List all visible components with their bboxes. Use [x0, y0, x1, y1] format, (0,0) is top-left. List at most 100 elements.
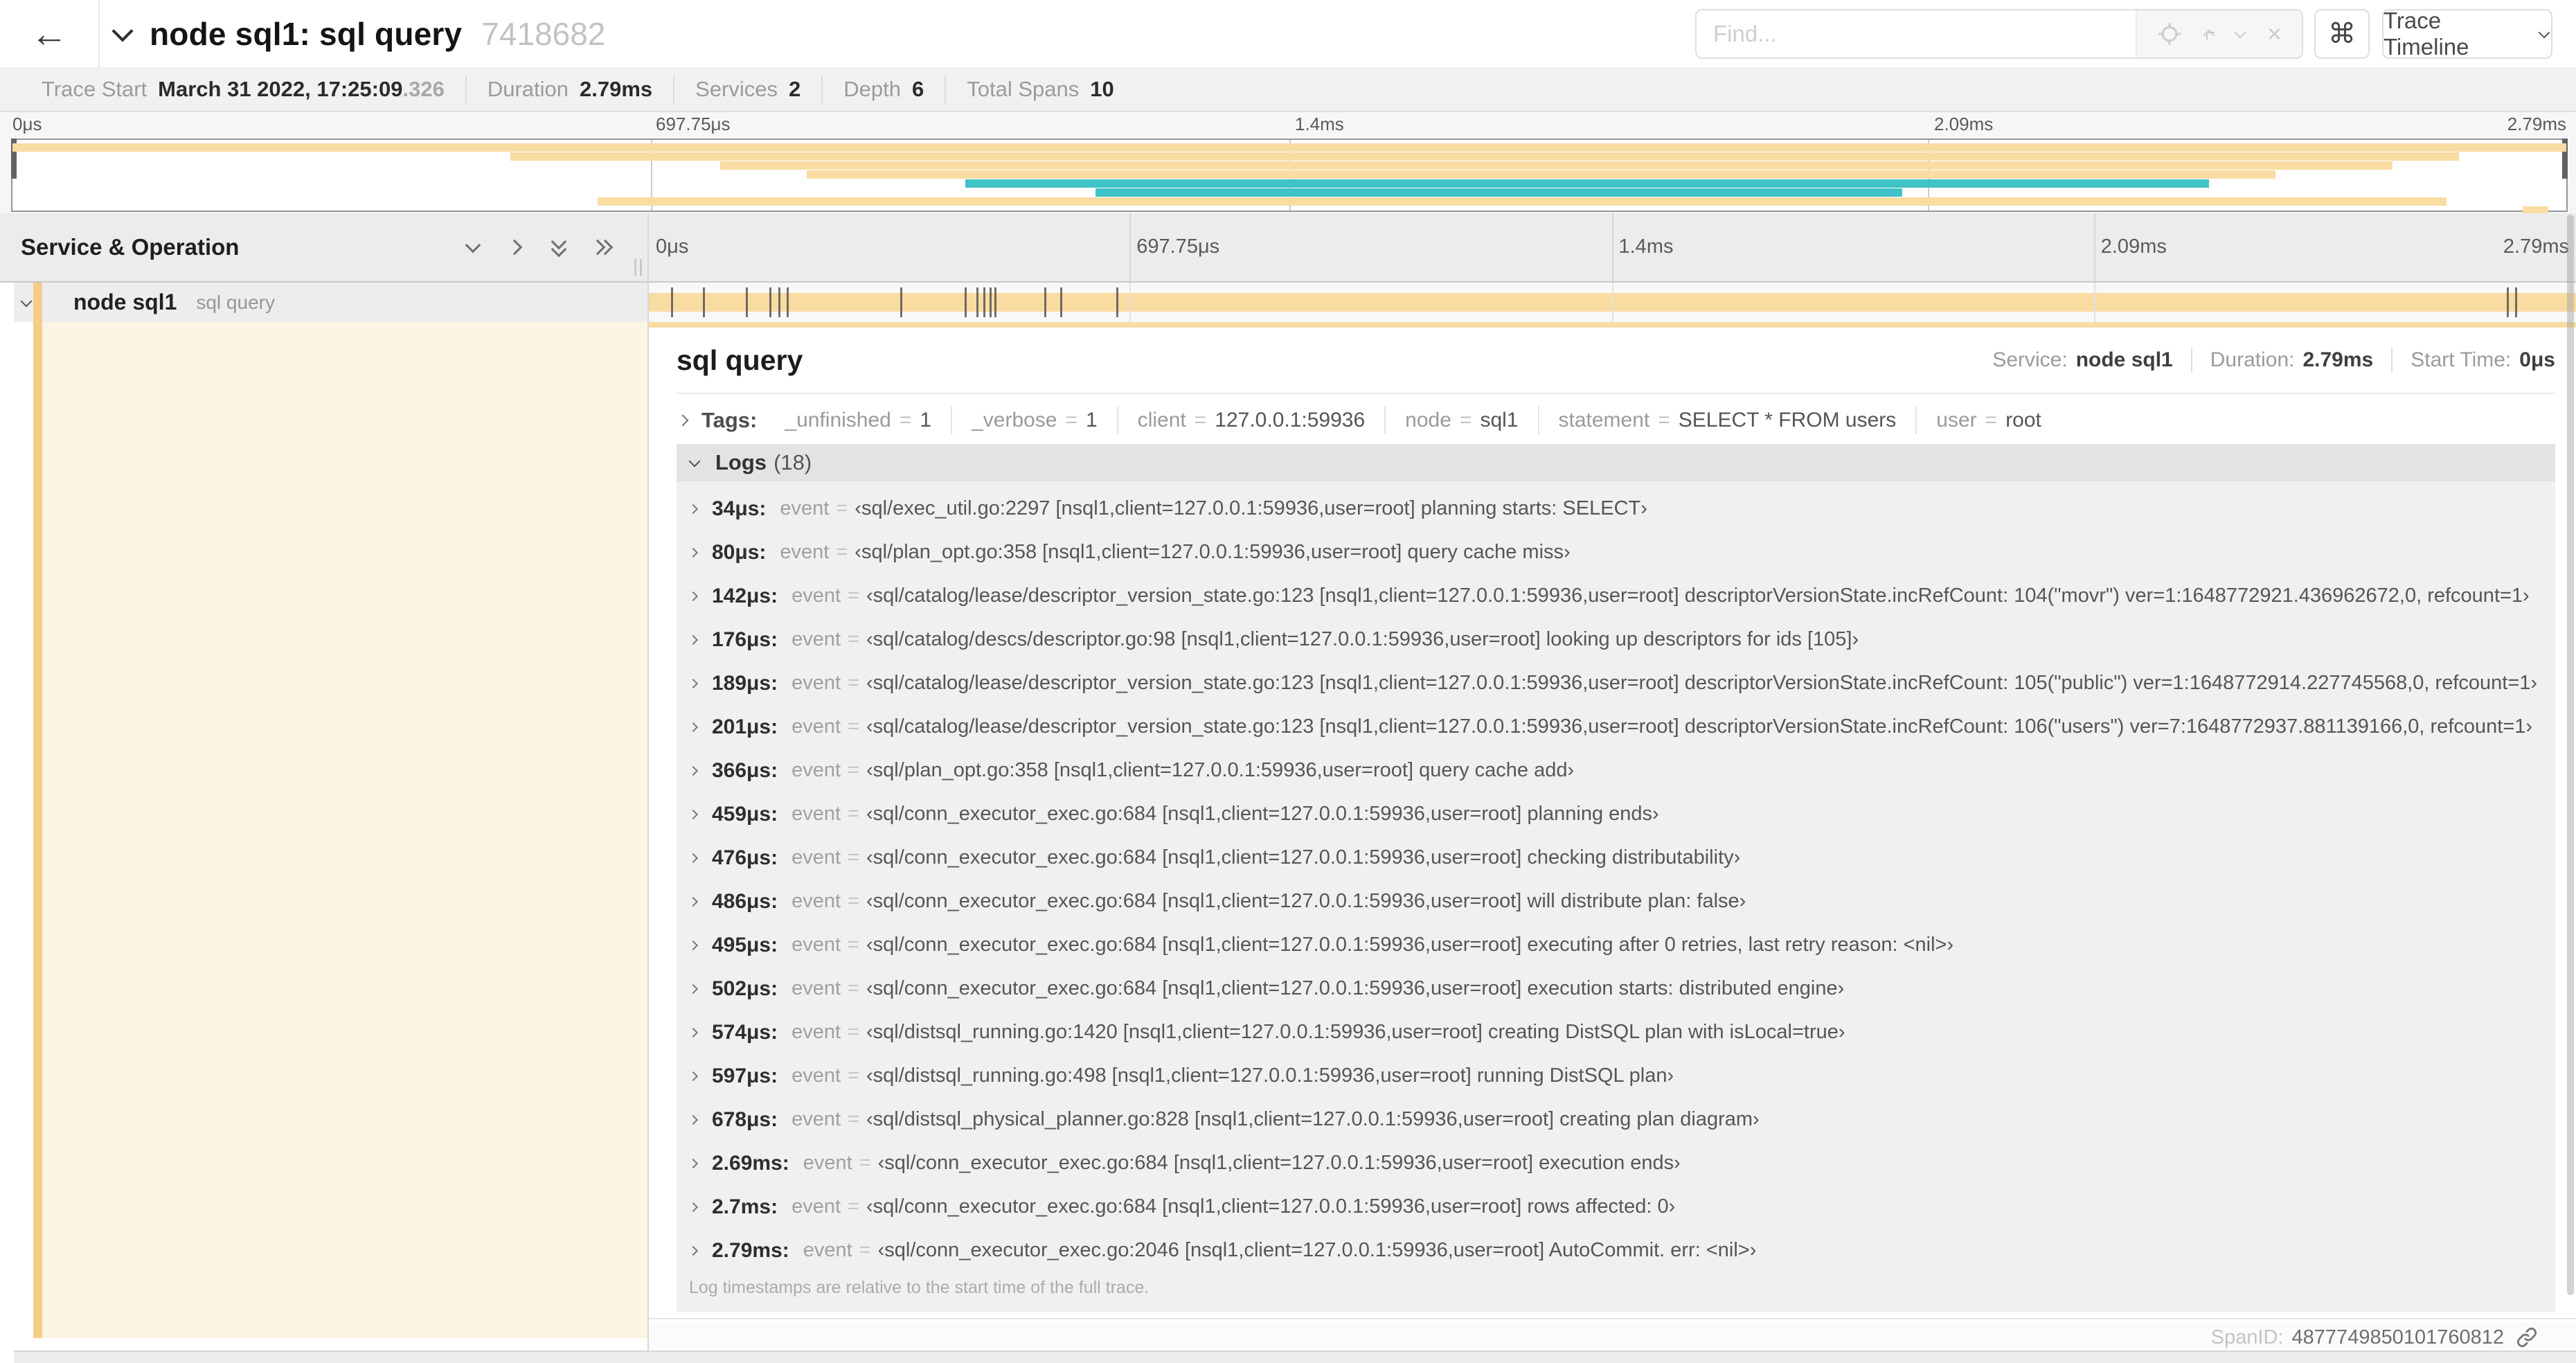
- expand-one-icon[interactable]: [508, 238, 526, 256]
- minimap-canvas[interactable]: [11, 139, 2568, 215]
- log-value: ‹sql/distsql_running.go:498 [nsql1,clien…: [866, 1064, 1674, 1087]
- log-expander-icon[interactable]: [689, 547, 699, 558]
- log-marker: [990, 287, 992, 317]
- log-expander-icon[interactable]: [689, 591, 699, 601]
- log-row[interactable]: 142μs: event = ‹sql/catalog/lease/descri…: [677, 574, 2555, 618]
- log-expander-icon[interactable]: [689, 1158, 699, 1168]
- tags-expander-icon[interactable]: [678, 414, 690, 427]
- log-row[interactable]: 678μs: event = ‹sql/distsql_physical_pla…: [677, 1098, 2555, 1141]
- logs-count: (18): [773, 450, 812, 474]
- log-expander-icon[interactable]: [689, 1245, 699, 1256]
- log-expander-icon[interactable]: [689, 1114, 699, 1125]
- log-row[interactable]: 201μs: event = ‹sql/catalog/lease/descri…: [677, 705, 2555, 749]
- log-timestamp: 34μs:: [712, 497, 767, 520]
- log-row[interactable]: 2.7ms: event = ‹sql/conn_executor_exec.g…: [677, 1185, 2555, 1229]
- log-row[interactable]: 189μs: event = ‹sql/catalog/lease/descri…: [677, 661, 2555, 705]
- summary-suffix: .326: [402, 76, 445, 101]
- log-timestamp: 142μs:: [712, 584, 778, 607]
- tag-equals: =: [899, 409, 912, 431]
- logs-header[interactable]: Logs (18): [677, 444, 2555, 481]
- keyboard-shortcuts-button[interactable]: ⌘: [2314, 9, 2370, 59]
- collapse-one-icon[interactable]: [465, 238, 483, 256]
- span-detail-card: sql query Service: node sql1 Duration: 2…: [649, 328, 2576, 1319]
- log-row[interactable]: 502μs: event = ‹sql/conn_executor_exec.g…: [677, 967, 2555, 1010]
- scrollbar[interactable]: [2567, 215, 2574, 1295]
- tick-label: 697.75μs: [1136, 235, 1220, 258]
- expand-all-icon[interactable]: [593, 238, 611, 256]
- log-expander-icon[interactable]: [689, 765, 699, 776]
- log-row[interactable]: 486μs: event = ‹sql/conn_executor_exec.g…: [677, 880, 2555, 923]
- log-marker: [976, 287, 979, 317]
- log-expander-icon[interactable]: [689, 1202, 699, 1212]
- trace-summary-bar: Trace Start March 31 2022, 17:25:09 .326…: [0, 67, 2576, 112]
- span-row-name-cell[interactable]: node sql1 sql query: [14, 283, 647, 322]
- column-divider[interactable]: [647, 213, 649, 1351]
- log-row[interactable]: 366μs: event = ‹sql/plan_opt.go:358 [nsq…: [677, 749, 2555, 792]
- find-prev-icon[interactable]: [2202, 28, 2215, 40]
- log-expander-icon[interactable]: [689, 1071, 699, 1081]
- log-expander-icon[interactable]: [689, 504, 699, 514]
- log-expander-icon[interactable]: [689, 853, 699, 863]
- back-button[interactable]: ←: [0, 0, 100, 67]
- log-expander-icon[interactable]: [689, 1027, 699, 1037]
- overview-label: Start Time:: [2410, 348, 2512, 371]
- log-expander-icon[interactable]: [689, 896, 699, 907]
- tick-label: 2.79ms: [2503, 235, 2569, 258]
- log-row[interactable]: 2.69ms: event = ‹sql/conn_executor_exec.…: [677, 1141, 2555, 1185]
- log-timestamp: 80μs:: [712, 540, 767, 564]
- log-key: event: [791, 1064, 841, 1087]
- log-row[interactable]: 2.79ms: event = ‹sql/conn_executor_exec.…: [677, 1229, 2555, 1272]
- service-name: node sql1: [73, 289, 177, 314]
- log-expander-icon[interactable]: [689, 809, 699, 819]
- column-resizer-grip[interactable]: [634, 259, 642, 276]
- log-row[interactable]: 574μs: event = ‹sql/distsql_running.go:1…: [677, 1010, 2555, 1054]
- log-marker: [983, 287, 986, 317]
- log-row[interactable]: 597μs: event = ‹sql/distsql_running.go:4…: [677, 1054, 2555, 1098]
- log-row[interactable]: 176μs: event = ‹sql/catalog/descs/descri…: [677, 618, 2555, 661]
- tag-item: client = 127.0.0.1:59936: [1116, 407, 1384, 434]
- summary-label: Depth: [843, 76, 901, 101]
- trace-collapse-chevron-icon[interactable]: [111, 22, 134, 46]
- find-target-icon[interactable]: [2157, 21, 2182, 46]
- log-marker: [2515, 287, 2518, 317]
- overview-label: Service:: [1992, 348, 2068, 371]
- log-equals: =: [848, 1195, 859, 1218]
- log-expander-icon[interactable]: [689, 983, 699, 994]
- log-value: ‹sql/catalog/lease/descriptor_version_st…: [866, 585, 2530, 607]
- tag-equals: =: [1459, 409, 1472, 431]
- log-value: ‹sql/conn_executor_exec.go:684 [nsql1,cl…: [866, 934, 1954, 956]
- collapse-all-icon[interactable]: [551, 238, 569, 256]
- span-expander-icon[interactable]: [21, 296, 33, 309]
- log-expander-icon[interactable]: [689, 940, 699, 950]
- column-header-icons: [465, 213, 611, 281]
- find-clear-icon[interactable]: ×: [2267, 21, 2282, 46]
- find-input[interactable]: [1697, 10, 2136, 57]
- tags-row[interactable]: Tags: _unfinished = 1 _verbose = 1 clien…: [677, 394, 2555, 444]
- log-row[interactable]: 476μs: event = ‹sql/conn_executor_exec.g…: [677, 836, 2555, 880]
- log-value: ‹sql/conn_executor_exec.go:684 [nsql1,cl…: [877, 1152, 1681, 1174]
- log-equals: =: [848, 803, 859, 825]
- view-selector-button[interactable]: Trace Timeline: [2382, 8, 2552, 60]
- tag-value: 1: [920, 409, 932, 431]
- minimap-span-bar: [12, 143, 2566, 152]
- summary-label: Services: [695, 76, 778, 101]
- log-key: event: [791, 628, 841, 650]
- log-row[interactable]: 459μs: event = ‹sql/conn_executor_exec.g…: [677, 792, 2555, 836]
- log-expander-icon[interactable]: [689, 722, 699, 732]
- logs-section: Logs (18) 34μs: event = ‹sql/exec_util.g…: [677, 444, 2555, 1312]
- find-next-icon[interactable]: [2235, 28, 2247, 40]
- log-row[interactable]: 495μs: event = ‹sql/conn_executor_exec.g…: [677, 923, 2555, 967]
- log-expander-icon[interactable]: [689, 678, 699, 688]
- tag-value: sql1: [1480, 409, 1519, 431]
- chevron-down-icon: [2539, 28, 2551, 40]
- trace-id-badge: 7418682: [481, 15, 606, 52]
- log-key: event: [780, 541, 830, 563]
- log-timestamp: 495μs:: [712, 933, 778, 956]
- log-row[interactable]: 80μs: event = ‹sql/plan_opt.go:358 [nsql…: [677, 531, 2555, 574]
- log-row[interactable]: 34μs: event = ‹sql/exec_util.go:2297 [ns…: [677, 487, 2555, 531]
- log-expander-icon[interactable]: [689, 634, 699, 645]
- grid-line: [2093, 283, 2095, 322]
- link-icon[interactable]: [2515, 1326, 2539, 1349]
- logs-expander-icon[interactable]: [689, 456, 701, 469]
- span-row: node sql1 sql query: [0, 283, 2576, 322]
